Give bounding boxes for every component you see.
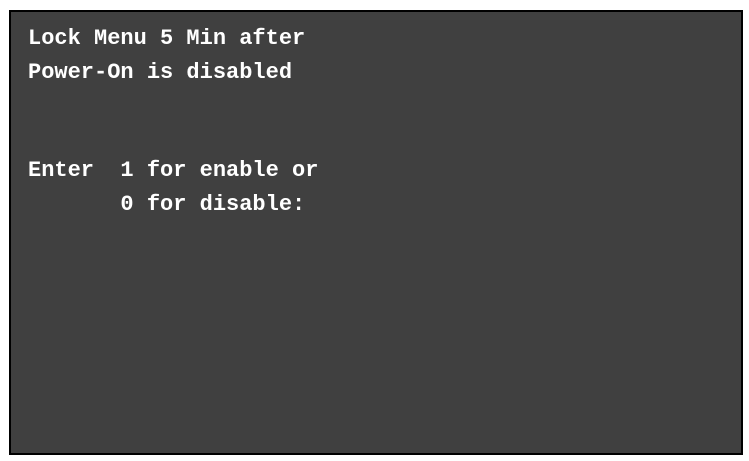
status-line-1: Lock Menu 5 Min after xyxy=(28,26,306,51)
terminal-screen: Lock Menu 5 Min after Power-On is disabl… xyxy=(9,10,743,455)
prompt-line-1: Enter 1 for enable or xyxy=(28,158,319,183)
prompt-line-2: 0 for disable: xyxy=(28,192,306,217)
status-line-2: Power-On is disabled xyxy=(28,60,293,85)
